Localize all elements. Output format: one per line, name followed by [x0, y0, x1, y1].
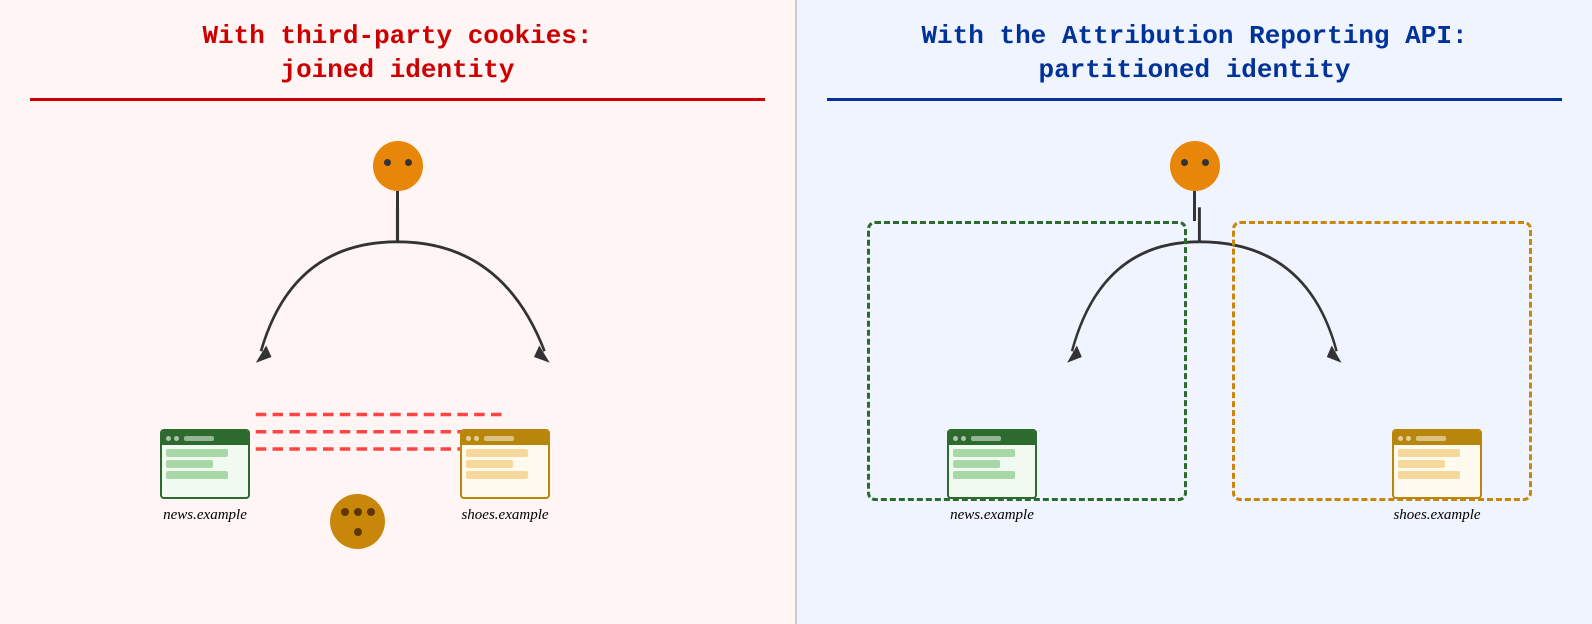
shoes-right-line-3: [1398, 471, 1460, 479]
shoes-browser-window-left: [460, 429, 550, 499]
person-body-right: [1193, 191, 1196, 221]
shoes-line-1: [466, 449, 528, 457]
news-label-right: news.example: [950, 507, 1034, 524]
shoes-browser-content-right: [1394, 445, 1480, 483]
person-body-left: [396, 191, 399, 221]
shoes-right-dot-2: [1406, 436, 1411, 441]
shoes-addressbar-1: [484, 436, 514, 441]
cookie-icon: [330, 494, 385, 549]
left-panel: With third-party cookies: joined identit…: [0, 0, 797, 624]
news-right-addressbar: [971, 436, 1001, 441]
left-title-line2: joined identity: [30, 54, 765, 88]
person-head-left: [373, 141, 423, 191]
right-panel-title: With the Attribution Reporting API: part…: [827, 20, 1562, 88]
right-divider: [827, 98, 1562, 101]
news-browser-window-left: [160, 429, 250, 499]
browser-dot-2: [174, 436, 179, 441]
orange-dashed-box: [1232, 221, 1532, 501]
cookie-chip-1: [341, 508, 349, 516]
news-right-line-1: [953, 449, 1015, 457]
shoes-browser-titlebar-right: [1394, 431, 1480, 445]
shoes-dot-1: [466, 436, 471, 441]
news-browser-content-left: [162, 445, 248, 483]
news-right-line-2: [953, 460, 1000, 468]
shoes-right-line-2: [1398, 460, 1445, 468]
shoes-browser-content-left: [462, 445, 548, 483]
news-browser-titlebar-right: [949, 431, 1035, 445]
right-panel: With the Attribution Reporting API: part…: [797, 0, 1592, 624]
shoes-label-left: shoes.example: [461, 507, 548, 524]
content-line-1: [166, 449, 228, 457]
cookie-chip-4: [354, 528, 362, 536]
news-browser-window-right: [947, 429, 1037, 499]
shoes-line-2: [466, 460, 513, 468]
left-title-line1: With third-party cookies:: [30, 20, 765, 54]
right-title-line2: partitioned identity: [827, 54, 1562, 88]
news-browser-content-right: [949, 445, 1035, 483]
person-right: [1170, 141, 1220, 221]
shoes-browser-window-right: [1392, 429, 1482, 499]
right-title-line1: With the Attribution Reporting API:: [827, 20, 1562, 54]
right-diagram: news.example shoes.example: [827, 121, 1562, 604]
news-label-left: news.example: [163, 507, 247, 524]
content-line-2: [166, 460, 213, 468]
left-divider: [30, 98, 765, 101]
shoes-right-addressbar: [1416, 436, 1446, 441]
left-panel-title: With third-party cookies: joined identit…: [30, 20, 765, 88]
news-right-dot-1: [953, 436, 958, 441]
shoes-dot-2: [474, 436, 479, 441]
shoes-right-line-1: [1398, 449, 1460, 457]
news-browser-titlebar-left: [162, 431, 248, 445]
browser-addressbar-1: [184, 436, 214, 441]
shoes-line-3: [466, 471, 528, 479]
left-diagram: news.example shoes.example: [30, 121, 765, 604]
shoes-browser-titlebar-left: [462, 431, 548, 445]
cookie-chip-3: [367, 508, 375, 516]
shoes-browser-left: shoes.example: [460, 429, 550, 524]
news-browser-right: news.example: [947, 429, 1037, 524]
person-left: [373, 141, 423, 221]
shoes-right-dot-1: [1398, 436, 1403, 441]
person-head-right: [1170, 141, 1220, 191]
shoes-browser-right: shoes.example: [1392, 429, 1482, 524]
news-right-line-3: [953, 471, 1015, 479]
shoes-label-right: shoes.example: [1393, 507, 1480, 524]
content-line-3: [166, 471, 228, 479]
browser-dot-1: [166, 436, 171, 441]
news-browser-left: news.example: [160, 429, 250, 524]
news-right-dot-2: [961, 436, 966, 441]
cookie-chip-2: [354, 508, 362, 516]
